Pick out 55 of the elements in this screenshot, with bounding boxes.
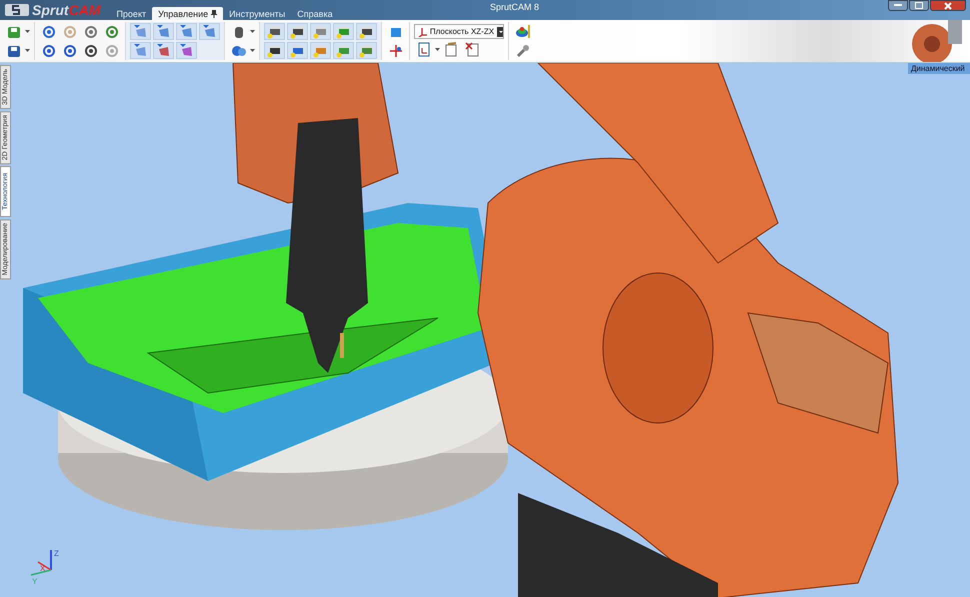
workpiece-button[interactable]: [287, 23, 308, 40]
minimize-icon: [894, 4, 902, 7]
axis-icon: [388, 44, 402, 58]
logo-text: Sprut: [32, 2, 69, 18]
face-filter-button[interactable]: [130, 42, 151, 59]
surface-filter-button[interactable]: [130, 23, 151, 40]
wrench-icon: [516, 44, 530, 58]
point-filter-icon: [156, 24, 171, 39]
document-edit-icon: [444, 42, 459, 57]
point-filter-button[interactable]: [153, 23, 174, 40]
check-button[interactable]: [356, 23, 377, 40]
mesh-filter-icon: [202, 24, 217, 39]
dropdown-arrow-icon: [435, 48, 440, 51]
menu-tab[interactable]: Проект: [110, 7, 152, 20]
close-button[interactable]: [930, 0, 966, 11]
curve-filter-button[interactable]: [176, 23, 197, 40]
surface-filter-icon: [133, 24, 148, 39]
dropdown-arrow-icon: [250, 49, 255, 52]
view-mode-dropdown[interactable]: Динамический: [908, 63, 970, 74]
logo-text-accent: CAM: [68, 2, 100, 18]
close-icon: [944, 2, 952, 10]
menu-tab[interactable]: Инструменты: [223, 7, 292, 20]
edge-filter-button[interactable]: [153, 42, 174, 59]
maximize-icon: [915, 2, 923, 9]
dropdown-arrow-icon: [25, 30, 30, 33]
menu-tab[interactable]: Управление: [152, 7, 224, 20]
mesh-filter-button[interactable]: [199, 23, 220, 40]
plane-dropdown[interactable]: Плоскость XZ-ZX: [414, 24, 504, 39]
y-axis-label: Y: [32, 577, 38, 586]
window-title: SprutCAM 8: [490, 2, 540, 12]
minimize-button[interactable]: [888, 0, 908, 11]
vertex-filter-button[interactable]: [176, 42, 197, 59]
tool-holder-button[interactable]: [264, 42, 285, 59]
menu-tab[interactable]: Справка: [291, 7, 339, 20]
logo-s-icon: [4, 3, 30, 17]
face-filter-icon: [133, 43, 148, 58]
save-icon: [6, 44, 20, 58]
shapes-union-icon: [230, 44, 246, 58]
analysis-button[interactable]: [513, 23, 532, 40]
dropdown-arrow-icon: [25, 49, 30, 52]
color-map-icon: [514, 24, 530, 39]
tool-button[interactable]: [287, 42, 308, 59]
edge-filter-icon: [156, 43, 171, 58]
plane-axes-icon: [418, 26, 427, 36]
z-axis-label: Z: [54, 549, 59, 558]
machine-button[interactable]: [264, 23, 285, 40]
curve-filter-icon: [179, 24, 194, 39]
pin-icon: [211, 10, 218, 18]
document-axes-icon: [416, 42, 430, 57]
machine-setup-button[interactable]: [356, 42, 377, 59]
document-delete-icon: [465, 42, 480, 57]
vertex-filter-icon: [179, 43, 194, 58]
dropdown-arrow-icon: [497, 26, 503, 36]
dropdown-arrow-icon: [250, 30, 255, 33]
maximize-button[interactable]: [909, 0, 929, 11]
